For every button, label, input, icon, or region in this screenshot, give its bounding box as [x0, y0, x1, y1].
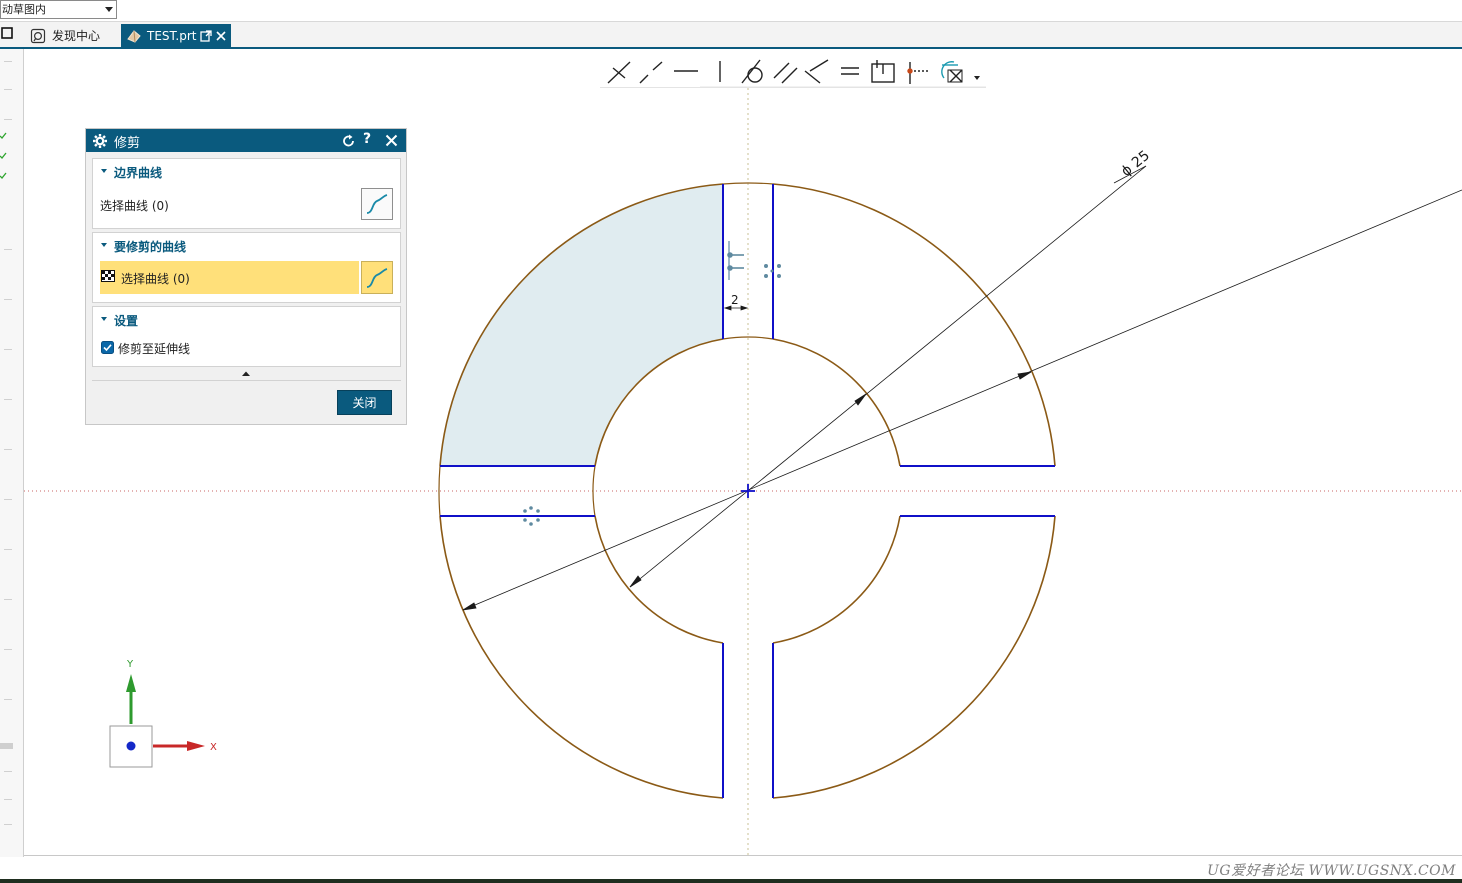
select-curve-button[interactable] — [361, 188, 393, 220]
shaded-region[interactable] — [440, 184, 723, 466]
settings-gear-icon — [93, 134, 107, 148]
toolbar-more-icon[interactable] — [974, 76, 980, 80]
dialog-title-bar[interactable]: 修剪 ? — [86, 129, 406, 152]
sketch-constraint-toolbar — [600, 56, 986, 88]
status-separator — [24, 855, 1462, 856]
select-curve-label: 选择曲线 (0) — [121, 272, 190, 286]
curve-select-icon — [366, 268, 388, 288]
inner-arc-bottom-left[interactable] — [594, 515, 724, 644]
section-header[interactable]: 边界曲线 — [114, 164, 162, 181]
perpendicular-icon[interactable] — [804, 59, 829, 84]
midpoint-icon[interactable] — [639, 61, 663, 84]
parallel-icon[interactable] — [773, 62, 798, 84]
vertical-constraint-icon[interactable] — [727, 241, 744, 280]
dialog-title: 修剪 — [114, 136, 141, 151]
trim-to-extension-checkbox[interactable] — [101, 341, 114, 354]
inner-arc-top-right[interactable] — [772, 338, 901, 467]
equal-length-icon[interactable] — [841, 67, 859, 75]
section-collapse-icon[interactable] — [101, 243, 107, 247]
point-on-curve-icon[interactable] — [607, 61, 631, 84]
help-icon[interactable]: ? — [363, 131, 371, 147]
close-button[interactable]: 关闭 — [337, 390, 392, 415]
section-settings: 设置 修剪至延伸线 — [92, 306, 401, 367]
trim-dialog: 修剪 ? 边界曲线 选择曲线 (0) 要修剪的曲线 选择曲线 (0) 设置 修剪… — [85, 128, 407, 425]
active-selection-row[interactable]: 选择曲线 (0) — [100, 261, 359, 294]
outer-arc-bottom-left[interactable] — [439, 515, 724, 799]
close-icon[interactable] — [385, 134, 398, 147]
coordinate-triad: Y X — [109, 659, 217, 768]
select-curve-label: 选择曲线 (0) — [100, 199, 169, 213]
section-collapse-icon[interactable] — [101, 169, 107, 173]
inner-arc-left-gap[interactable] — [592, 465, 596, 517]
outer-arc-left-gap[interactable] — [438, 465, 441, 517]
section-header[interactable]: 要修剪的曲线 — [114, 238, 186, 255]
section-collapse-icon[interactable] — [101, 317, 107, 321]
watermark-text: UG爱好者论坛 WWW.UGSNX.COM — [1207, 863, 1456, 879]
select-curve-button[interactable] — [361, 261, 393, 294]
collapse-up-icon[interactable] — [241, 370, 251, 378]
inner-arc-bottom-right[interactable] — [772, 515, 901, 644]
point-on-line-icon[interactable] — [907, 62, 930, 84]
y-axis-label: Y — [126, 659, 134, 670]
toolbar-icons — [607, 59, 986, 88]
outer-arc-top-right[interactable] — [772, 183, 1056, 467]
bottom-band — [0, 879, 1462, 883]
fixed-length-icon[interactable] — [871, 60, 895, 83]
tangent-icon[interactable] — [741, 59, 763, 84]
origin-marker[interactable] — [741, 484, 755, 498]
checkbox-label: 修剪至延伸线 — [118, 342, 191, 356]
diameter-label[interactable]: ϕ 25 — [1118, 148, 1153, 180]
checkered-flag-icon — [101, 270, 115, 282]
outer-arc-bottom-right[interactable] — [772, 515, 1056, 799]
slot-width-label[interactable]: 2 — [731, 293, 739, 307]
divider — [92, 380, 401, 381]
section-curves-to-trim: 要修剪的曲线 选择曲线 (0) — [92, 232, 401, 303]
trim-recipe-icon[interactable] — [941, 61, 963, 83]
curve-select-icon — [366, 194, 388, 214]
x-axis-label: X — [210, 742, 217, 753]
section-header[interactable]: 设置 — [114, 312, 138, 329]
section-boundary-curves: 边界曲线 选择曲线 (0) — [92, 158, 401, 229]
reset-icon[interactable] — [342, 134, 356, 148]
